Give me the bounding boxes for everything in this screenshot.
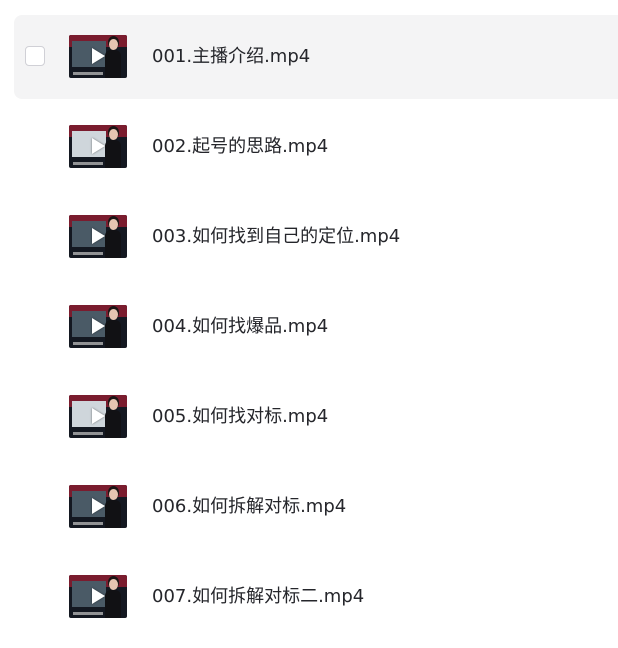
file-row[interactable]: 004.如何找爆品.mp4	[14, 285, 618, 369]
play-icon	[92, 48, 105, 64]
file-name[interactable]: 007.如何拆解对标二.mp4	[152, 585, 364, 609]
file-row[interactable]: 002.起号的思路.mp4	[14, 105, 618, 189]
video-thumbnail-icon[interactable]	[69, 35, 127, 78]
file-row[interactable]: 007.如何拆解对标二.mp4	[14, 555, 618, 639]
file-name[interactable]: 006.如何拆解对标.mp4	[152, 495, 346, 519]
play-icon	[92, 588, 105, 604]
play-icon	[92, 498, 105, 514]
video-thumbnail-icon[interactable]	[69, 395, 127, 438]
video-thumbnail-icon[interactable]	[69, 125, 127, 168]
video-thumbnail-icon[interactable]	[69, 305, 127, 348]
play-icon	[92, 318, 105, 334]
file-name[interactable]: 004.如何找爆品.mp4	[152, 315, 328, 339]
file-name[interactable]: 002.起号的思路.mp4	[152, 135, 328, 159]
checkbox-icon[interactable]	[25, 46, 45, 66]
play-icon	[92, 228, 105, 244]
video-thumbnail-icon[interactable]	[69, 485, 127, 528]
video-thumbnail-icon[interactable]	[69, 215, 127, 258]
video-thumbnail-icon[interactable]	[69, 575, 127, 618]
file-row[interactable]: 003.如何找到自己的定位.mp4	[14, 195, 618, 279]
file-list: 001.主播介绍.mp4 002.起号的思路.mp4 003.如何找到自己的定位…	[0, 0, 618, 648]
play-icon	[92, 408, 105, 424]
file-name[interactable]: 003.如何找到自己的定位.mp4	[152, 225, 400, 249]
play-icon	[92, 138, 105, 154]
file-row[interactable]: 001.主播介绍.mp4	[14, 15, 618, 99]
file-name[interactable]: 001.主播介绍.mp4	[152, 45, 310, 69]
file-name[interactable]: 005.如何找对标.mp4	[152, 405, 328, 429]
file-row[interactable]: 006.如何拆解对标.mp4	[14, 465, 618, 549]
file-row[interactable]: 005.如何找对标.mp4	[14, 375, 618, 459]
